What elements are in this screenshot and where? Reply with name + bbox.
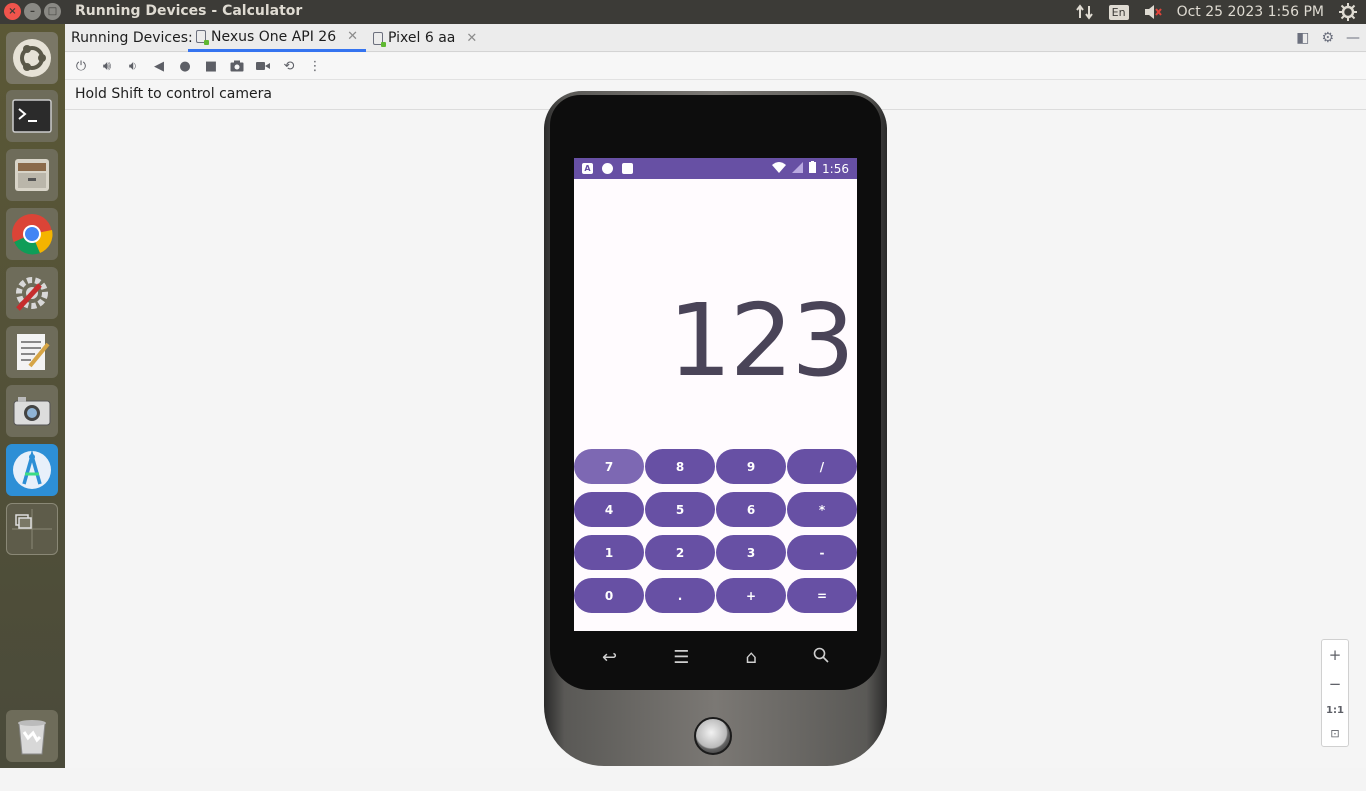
calc-key[interactable]: . xyxy=(645,578,715,613)
calculator-display: 123 xyxy=(668,282,855,399)
calc-key[interactable]: 0 xyxy=(574,578,644,613)
maximize-window-button[interactable]: □ xyxy=(44,3,61,20)
zoom-in-button[interactable]: + xyxy=(1329,646,1342,664)
calc-key[interactable]: = xyxy=(787,578,857,613)
android-nav-bar: ↩ ☰ ⌂ xyxy=(574,637,857,677)
signal-icon xyxy=(792,161,804,176)
text-editor-icon[interactable] xyxy=(6,326,58,378)
zoom-out-button[interactable]: − xyxy=(1329,675,1342,693)
terminal-icon[interactable] xyxy=(6,90,58,142)
overview-icon[interactable]: ■ xyxy=(203,58,219,74)
tab-pixel-6[interactable]: Pixel 6 aa ✕ xyxy=(365,24,485,52)
device-frame: A 1:56 123 7 8 9/4 5 6 * 1 2 3-0. + = ↩ … xyxy=(544,91,887,791)
snapshot-icon[interactable]: ⟲ xyxy=(281,58,297,74)
panel-controls: ◧ ⚙ — xyxy=(1296,30,1360,46)
volume-muted-icon[interactable] xyxy=(1143,2,1163,22)
calc-key[interactable]: 1 xyxy=(574,535,644,570)
android-studio-icon[interactable] xyxy=(6,444,58,496)
settings-gear-icon[interactable]: ⚙ xyxy=(1321,30,1334,46)
status-time: 1:56 xyxy=(822,161,849,176)
top-panel: × – □ Running Devices - Calculator En Oc… xyxy=(0,0,1366,24)
minimize-window-button[interactable]: – xyxy=(24,3,41,20)
files-icon[interactable] xyxy=(6,149,58,201)
screen-record-icon[interactable] xyxy=(255,58,271,74)
device-tabs-bar: Running Devices: Nexus One API 26 ✕ Pixe… xyxy=(65,24,1366,52)
trash-icon[interactable] xyxy=(6,710,58,762)
zoom-fit-icon[interactable]: ⊡ xyxy=(1330,727,1339,740)
calc-key[interactable]: + xyxy=(716,578,786,613)
device-icon xyxy=(196,30,209,45)
calc-key[interactable]: 6 xyxy=(716,492,786,527)
close-tab-icon[interactable]: ✕ xyxy=(347,29,358,44)
window-title: Running Devices - Calculator xyxy=(75,3,303,19)
notification-a-icon: A xyxy=(582,163,593,174)
nav-search-icon[interactable] xyxy=(813,647,829,668)
calculator-app: 123 7 8 9/4 5 6 * 1 2 3-0. + = xyxy=(574,179,857,631)
system-settings-icon[interactable] xyxy=(6,267,58,319)
calc-key[interactable]: 5 xyxy=(645,492,715,527)
keypad: 7 8 9/ 4 5 6 * 1 2 3- 0. + = xyxy=(574,449,857,613)
tab-label: Nexus One API 26 xyxy=(211,28,337,45)
chrome-icon[interactable] xyxy=(6,208,58,260)
tab-label: Pixel 6 aa xyxy=(388,30,456,46)
calc-key[interactable]: 8 xyxy=(645,449,715,484)
camera-hint: Hold Shift to control camera xyxy=(75,86,272,102)
gear-icon[interactable] xyxy=(1338,2,1358,22)
volume-down-icon[interactable]: 🔉︎ xyxy=(125,58,141,74)
home-icon[interactable]: ● xyxy=(177,58,193,74)
launcher xyxy=(0,24,65,768)
ubuntu-dash-icon[interactable] xyxy=(6,32,58,84)
zoom-actual-size-button[interactable]: 1:1 xyxy=(1326,705,1344,716)
trackball-button[interactable] xyxy=(694,717,732,755)
hide-panel-icon[interactable]: — xyxy=(1346,30,1360,46)
calc-key[interactable]: - xyxy=(787,535,857,570)
nav-menu-icon[interactable]: ☰ xyxy=(673,647,689,668)
calc-key[interactable]: 2 xyxy=(645,535,715,570)
nav-home-icon[interactable]: ⌂ xyxy=(745,647,756,668)
clock[interactable]: Oct 25 2023 1:56 PM xyxy=(1177,4,1324,20)
running-devices-label: Running Devices: xyxy=(71,30,193,46)
window-controls: × – □ xyxy=(4,3,61,20)
android-status-bar: A 1:56 xyxy=(574,158,857,179)
back-icon[interactable]: ◀ xyxy=(151,58,167,74)
running-devices-panel: Running Devices: Nexus One API 26 ✕ Pixe… xyxy=(65,24,1366,768)
screenshot-icon[interactable] xyxy=(6,385,58,437)
calc-key[interactable]: / xyxy=(787,449,857,484)
network-icon[interactable] xyxy=(1075,2,1095,22)
power-icon[interactable]: ⏻ xyxy=(73,58,89,74)
close-tab-icon[interactable]: ✕ xyxy=(466,31,477,46)
calc-key[interactable]: * xyxy=(787,492,857,527)
tab-nexus-one[interactable]: Nexus One API 26 ✕ xyxy=(188,24,367,52)
screenshot-icon[interactable] xyxy=(229,58,245,74)
close-window-button[interactable]: × xyxy=(4,3,21,20)
device-icon xyxy=(373,31,386,47)
keyboard-language[interactable]: En xyxy=(1108,4,1129,20)
sd-card-icon xyxy=(622,163,633,174)
volume-up-icon[interactable]: 🔊︎ xyxy=(99,58,115,74)
more-options-icon[interactable]: ⋮ xyxy=(307,58,323,74)
battery-icon xyxy=(809,161,817,176)
notification-circle-icon xyxy=(602,163,613,174)
calc-key[interactable]: 9 xyxy=(716,449,786,484)
panel-layout-icon[interactable]: ◧ xyxy=(1296,30,1309,46)
nav-back-icon[interactable]: ↩ xyxy=(602,647,617,668)
device-toolbar: ⏻ 🔊︎ 🔉︎ ◀ ● ■ ⟲ ⋮ xyxy=(65,53,1366,80)
system-tray: En Oct 25 2023 1:56 PM xyxy=(1075,2,1358,22)
calc-key[interactable]: 3 xyxy=(716,535,786,570)
calc-key[interactable]: 7 xyxy=(574,449,644,484)
zoom-controls: + − 1:1 ⊡ xyxy=(1321,639,1349,747)
wifi-icon xyxy=(772,161,787,176)
workspace-switcher-icon[interactable] xyxy=(6,503,58,555)
calc-key[interactable]: 4 xyxy=(574,492,644,527)
